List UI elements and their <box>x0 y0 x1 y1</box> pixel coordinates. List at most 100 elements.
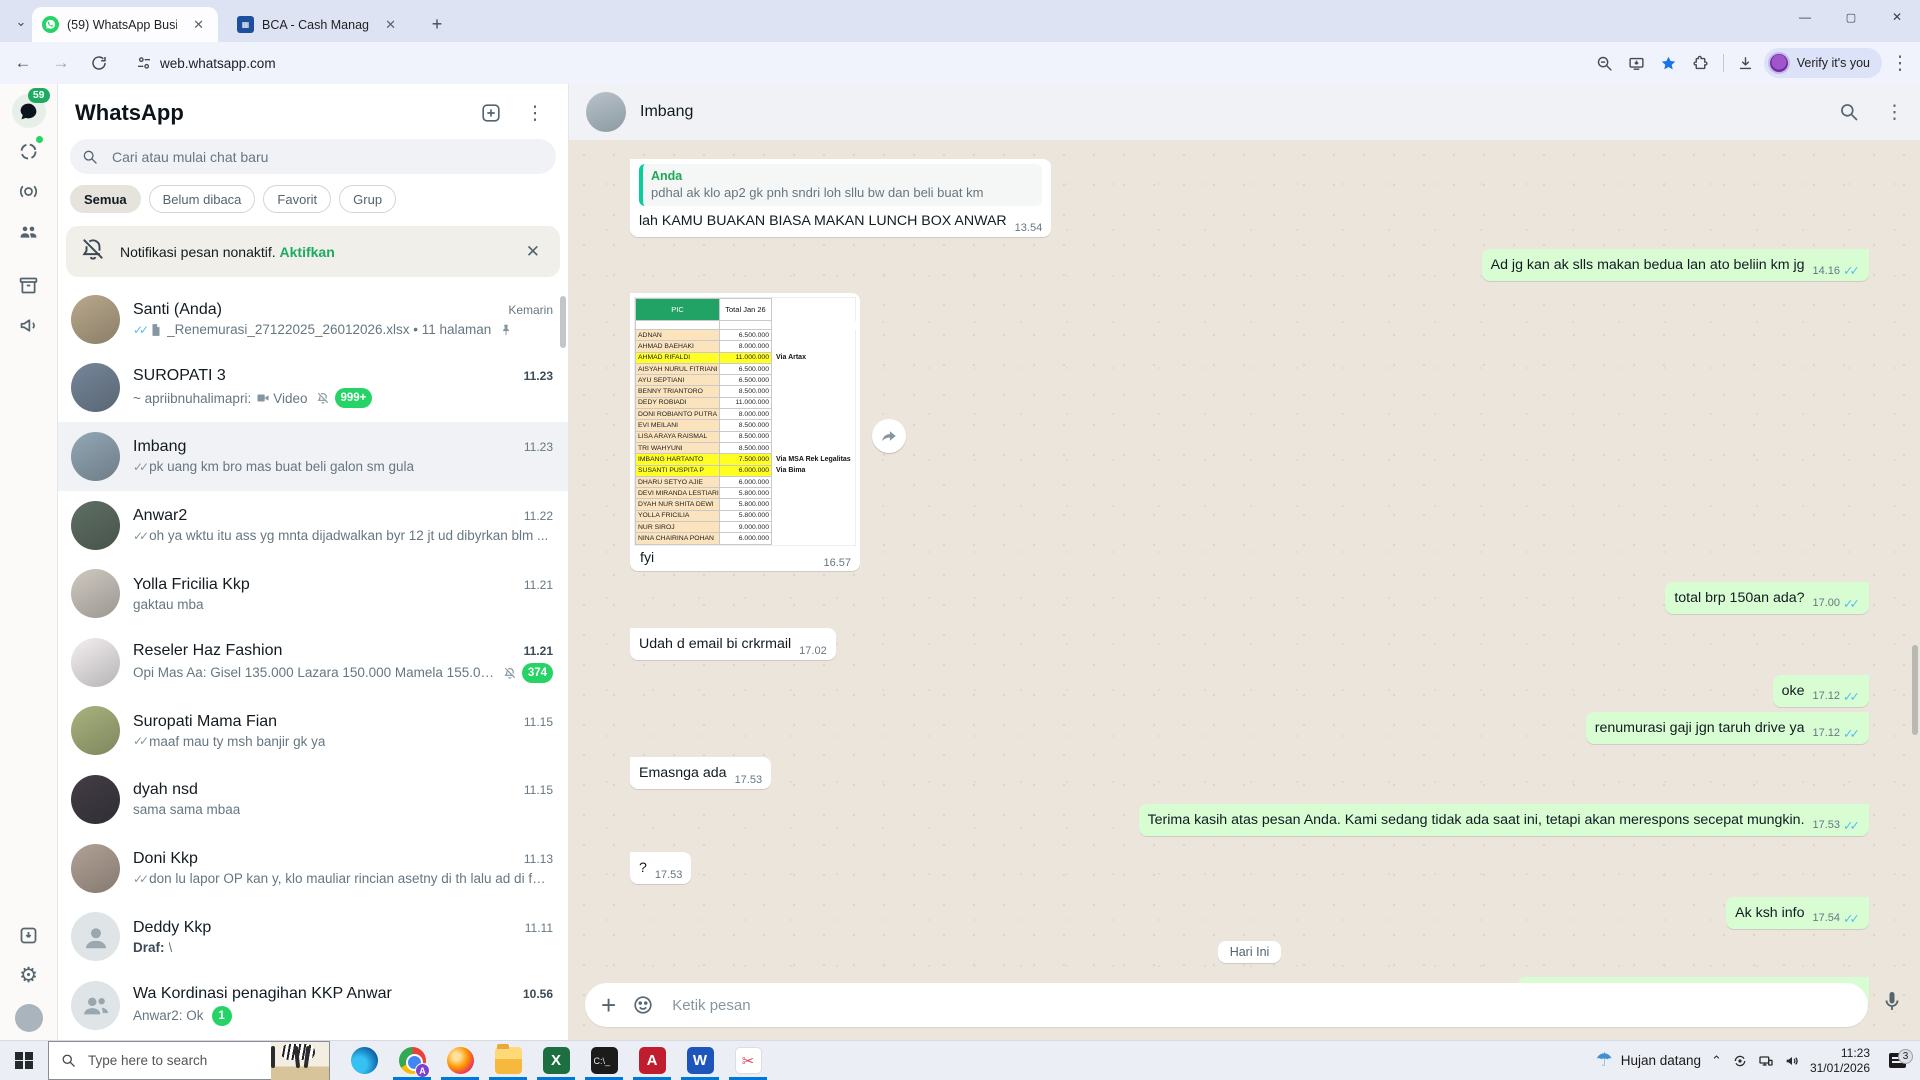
chat-list: Santi (Anda)Kemarin✓✓_Renemurasi_2712202… <box>58 285 568 1040</box>
filter-pill-belum-dibaca[interactable]: Belum dibaca <box>149 185 256 213</box>
message-status-ticks-icon: ✓✓ <box>133 323 149 337</box>
conversation-menu-icon[interactable]: ⋮ <box>1885 101 1904 124</box>
site-info-chip[interactable]: web.whatsapp.com <box>136 55 276 71</box>
status-icon[interactable] <box>12 134 46 168</box>
chat-avatar <box>71 844 120 893</box>
chat-list-item[interactable]: Doni Kkp11.13✓✓don lu lapor OP kan y, kl… <box>58 834 568 903</box>
new-tab-button[interactable]: + <box>424 11 450 37</box>
my-profile-avatar[interactable] <box>15 1004 43 1032</box>
communities-icon[interactable] <box>12 214 46 248</box>
start-button[interactable] <box>0 1041 48 1080</box>
toolbar-right: Verify it's you ⋮ <box>1591 42 1914 84</box>
extensions-icon[interactable] <box>1687 49 1715 77</box>
attach-plus-icon[interactable]: + <box>601 994 616 1016</box>
read-ticks-icon: ✓✓ <box>1843 818 1860 833</box>
contact-name[interactable]: Imbang <box>640 103 1825 121</box>
chat-preview: sama sama mbaa <box>133 802 240 817</box>
filter-pill-favorit[interactable]: Favorit <box>263 185 331 213</box>
reload-icon[interactable] <box>84 48 114 78</box>
network-icon[interactable] <box>1758 1053 1774 1069</box>
file-explorer-icon[interactable] <box>492 1041 524 1080</box>
downloads-icon[interactable] <box>1732 49 1760 77</box>
spreadsheet-image-attachment[interactable]: PICTotal Jan 26ADNAN6.500.000AHMAD BAEHA… <box>634 297 856 546</box>
tab-whatsapp[interactable]: (59) WhatsApp Business ✕ <box>32 7 218 42</box>
excel-icon[interactable]: X <box>540 1041 572 1080</box>
chat-list-item[interactable]: SUROPATI 311.23~ apriibnuhalimapri:Video… <box>58 354 568 423</box>
action-center-icon[interactable]: 3 <box>1880 1053 1914 1068</box>
message-input[interactable] <box>670 996 1852 1015</box>
sidebar-scrollbar[interactable] <box>560 296 566 348</box>
quoted-reply[interactable]: Andapdhal ak klo ap2 gk pnh sndri loh sl… <box>639 164 1042 206</box>
filter-pill-semua[interactable]: Semua <box>70 185 141 213</box>
chat-preview: Opi Mas Aa: Gisel 135.000 Lazara 150.000… <box>133 665 495 680</box>
terminal-icon[interactable]: C:\_ <box>588 1041 620 1080</box>
read-ticks-icon: ✓✓ <box>1843 596 1860 611</box>
chat-list-item[interactable]: Suropati Mama Fian11.15✓✓maaf mau ty msh… <box>58 697 568 766</box>
mic-icon[interactable] <box>1880 989 1904 1018</box>
taskbar-search-box[interactable] <box>48 1041 330 1080</box>
chat-search-input[interactable] <box>110 148 544 166</box>
back-icon[interactable]: ← <box>8 48 38 78</box>
contact-avatar[interactable] <box>586 92 626 132</box>
sidebar-menu-icon[interactable]: ⋮ <box>522 100 548 126</box>
emoji-icon[interactable] <box>632 994 654 1016</box>
table-row: YOLLA FRICILIA5.800.000 <box>636 510 858 521</box>
incoming-message-bubble: Udah d email bi crkrmail17.02 <box>630 628 836 660</box>
table-row: AHMAD RIFALDI11.000.000Via Artax <box>636 352 858 363</box>
chat-scrollbar[interactable] <box>1912 645 1918 735</box>
archived-icon[interactable] <box>12 268 46 302</box>
chat-list-item[interactable]: dyah nsd11.15sama sama mbaa <box>58 765 568 834</box>
chat-list-item[interactable]: Reseler Haz Fashion11.21Opi Mas Aa: Gise… <box>58 628 568 697</box>
browser-menu-icon[interactable]: ⋮ <box>1886 49 1914 77</box>
chat-search-bar[interactable] <box>70 139 556 174</box>
channels-icon[interactable] <box>12 174 46 208</box>
chat-time: 11.13 <box>524 852 553 866</box>
rotation-lock-icon[interactable] <box>1732 1053 1748 1069</box>
edge-icon[interactable] <box>348 1041 380 1080</box>
forward-message-button[interactable] <box>872 419 906 453</box>
zoom-out-icon[interactable] <box>1591 49 1619 77</box>
ads-icon[interactable] <box>12 308 46 342</box>
verify-profile-chip[interactable]: Verify it's you <box>1764 48 1882 78</box>
install-app-icon[interactable] <box>1623 49 1651 77</box>
tray-expand-icon[interactable]: ⌃ <box>1711 1053 1722 1069</box>
minimize-button[interactable]: — <box>1782 0 1828 34</box>
forward-icon[interactable]: → <box>46 48 76 78</box>
unread-count-badge: 59 <box>28 88 50 103</box>
filter-pill-grup[interactable]: Grup <box>339 185 396 213</box>
chats-icon[interactable]: 59 <box>12 94 46 128</box>
snip-icon[interactable]: ✂ <box>732 1041 764 1080</box>
close-button[interactable]: ✕ <box>1874 0 1920 34</box>
weather-widget[interactable]: ☂ Hujan datang <box>1596 1049 1701 1072</box>
word-icon[interactable]: W <box>684 1041 716 1080</box>
taskbar-search-input[interactable] <box>86 1052 236 1069</box>
chat-list-item[interactable]: Imbang11.23✓✓pk uang km bro mas buat bel… <box>58 422 568 491</box>
chat-list-item[interactable]: Yolla Fricilia Kkp11.21gaktau mba <box>58 559 568 628</box>
chat-list-item[interactable]: Wa Kordinasi penagihan KKP Anwar10.56Anw… <box>58 971 568 1040</box>
message-time: 17.53 <box>1813 819 1841 831</box>
chat-list-item[interactable]: Anwar211.22✓✓oh ya wktu itu ass yg mnta … <box>58 491 568 560</box>
tab-bca[interactable]: ▦ BCA - Cash Management Syste ✕ <box>227 7 410 42</box>
banner-close-icon[interactable]: ✕ <box>520 240 546 264</box>
acrobat-icon[interactable]: A <box>636 1041 668 1080</box>
volume-icon[interactable] <box>1784 1053 1800 1069</box>
settings-gear-icon[interactable]: ⚙ <box>12 958 46 992</box>
tab-close-icon[interactable]: ✕ <box>381 16 400 34</box>
bookmark-star-icon[interactable] <box>1655 49 1683 77</box>
maximize-button[interactable]: ▢ <box>1828 0 1874 34</box>
firefox-icon[interactable] <box>444 1041 476 1080</box>
table-row: DHARU SETYO AJIE6.000.000 <box>636 476 858 487</box>
download-apps-icon[interactable] <box>12 918 46 952</box>
chat-list-item[interactable]: Deddy Kkp11.11Draf: \ <box>58 902 568 971</box>
chrome-icon[interactable]: A <box>396 1041 428 1080</box>
tab-close-icon[interactable]: ✕ <box>189 16 208 34</box>
url-text[interactable]: web.whatsapp.com <box>160 56 276 71</box>
chat-preview: ~ apriibnuhalimapri: <box>133 391 251 406</box>
banner-activate-link[interactable]: Aktifkan <box>280 244 335 260</box>
chat-list-item[interactable]: Santi (Anda)Kemarin✓✓_Renemurasi_2712202… <box>58 285 568 354</box>
new-chat-icon[interactable] <box>478 100 504 126</box>
clock-widget[interactable]: 11:23 31/01/2026 <box>1810 1046 1870 1076</box>
tab-search-button[interactable]: ⌄ <box>8 10 34 34</box>
conversation-search-icon[interactable] <box>1839 102 1859 122</box>
window-controls: — ▢ ✕ <box>1782 0 1920 34</box>
